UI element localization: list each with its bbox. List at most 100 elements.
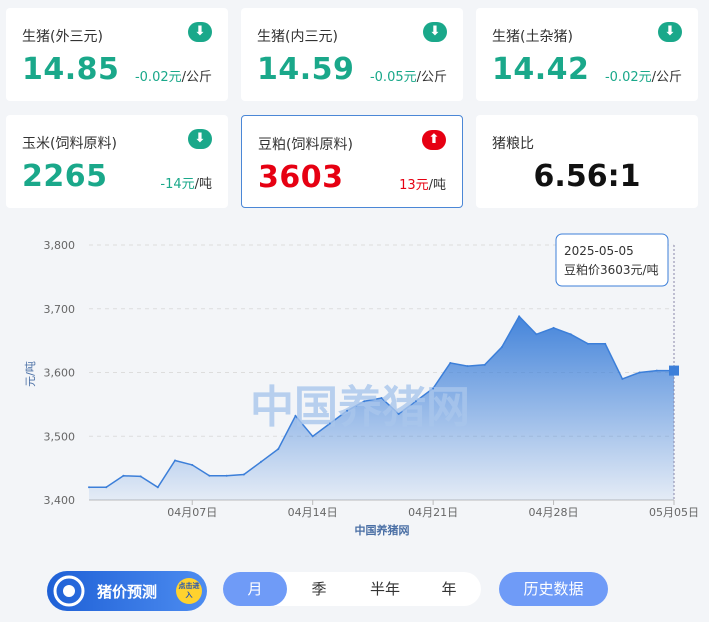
pig-logo-icon [53, 575, 85, 607]
data-point [328, 422, 331, 425]
card-name: 玉米(饲料原料) [22, 136, 117, 152]
x-axis-label: 中国养猪网 [355, 523, 410, 537]
tab-half-year[interactable]: 半年 [353, 572, 417, 606]
x-tick-label: 04月28日 [529, 506, 579, 519]
change-amount: 13元 [399, 178, 429, 193]
data-point [242, 473, 245, 476]
down-arrow-icon: ⬇ [658, 22, 682, 42]
tab-quarter[interactable]: 季 [287, 572, 351, 606]
x-tick-label: 04月07日 [167, 506, 217, 519]
card-value: 14.59 [257, 52, 355, 87]
y-axis-label: 元/吨 [24, 361, 37, 387]
change-unit: /吨 [428, 178, 446, 193]
x-tick-label: 05月05日 [649, 506, 699, 519]
price-forecast-banner[interactable]: 猪价预测 点击进入 [47, 571, 207, 611]
up-arrow-icon: ⬆ [422, 130, 446, 150]
down-arrow-icon: ⬇ [423, 22, 447, 42]
ratio-value: 6.56:1 [533, 159, 641, 194]
y-axis: 3,400 3,500 3,600 3,700 3,800 [44, 239, 76, 507]
data-point [122, 474, 125, 477]
data-point [483, 363, 486, 366]
data-point [311, 435, 314, 438]
change-unit: /公斤 [416, 70, 447, 85]
card-change: -0.02元/公斤 [605, 66, 682, 85]
data-point [156, 486, 159, 489]
data-point [277, 448, 280, 450]
promo-text: 猪价预测 [97, 583, 158, 601]
tab-month[interactable]: 月 [223, 572, 287, 606]
tab-year[interactable]: 年 [417, 572, 481, 606]
data-point [294, 414, 297, 417]
card-value: 14.85 [22, 52, 120, 87]
price-card-pig-local[interactable]: 生猪(土杂猪) ⬇ 14.42 -0.02元/公斤 [476, 8, 698, 101]
card-change: 13元/吨 [399, 174, 446, 193]
card-name: 生猪(外三元) [22, 29, 103, 45]
card-name: 豆粕(饲料原料) [258, 137, 353, 153]
data-point [604, 342, 607, 345]
data-point [191, 463, 194, 466]
price-card-ratio[interactable]: 猪粮比 6.56:1 [476, 115, 698, 208]
data-point [569, 333, 572, 336]
data-point [655, 369, 658, 372]
y-tick-label: 3,700 [44, 303, 76, 316]
card-change: -14元/吨 [160, 173, 212, 192]
history-data-button[interactable]: 历史数据 [499, 572, 608, 606]
data-point [552, 326, 555, 329]
period-selector: 月 季 半年 年 [223, 572, 481, 606]
data-point [260, 460, 263, 463]
data-point [500, 346, 503, 348]
x-tick-label: 04月21日 [408, 506, 458, 519]
data-point [88, 486, 90, 489]
data-point [466, 365, 469, 368]
card-change: -0.02元/公斤 [135, 66, 212, 85]
y-tick-label: 3,800 [44, 239, 76, 252]
x-tick-label: 04月14日 [288, 506, 338, 519]
data-point [586, 342, 589, 345]
data-point [414, 400, 417, 403]
card-name: 生猪(内三元) [257, 29, 338, 45]
price-card-soymeal[interactable]: 豆粕(饲料原料) ⬆ 3603 13元/吨 [241, 115, 463, 208]
change-amount: -0.02元 [604, 70, 652, 85]
data-point [363, 400, 366, 403]
card-value: 14.42 [492, 52, 590, 87]
card-value: 2265 [22, 159, 108, 194]
enter-tag: 点击进入 [176, 578, 202, 604]
data-point [535, 333, 538, 336]
tooltip-date: 2025-05-05 [564, 244, 634, 258]
price-card-corn[interactable]: 玉米(饲料原料) ⬇ 2265 -14元/吨 [6, 115, 228, 208]
x-axis: 04月07日 04月14日 04月21日 04月28日 05月05日 [167, 500, 699, 519]
data-point [518, 315, 521, 318]
data-point [139, 475, 142, 478]
data-point [225, 474, 228, 477]
data-point [346, 409, 349, 412]
price-card-pig-inner[interactable]: 生猪(内三元) ⬇ 14.59 -0.05元/公斤 [241, 8, 463, 101]
tooltip-value: 豆粕价3603元/吨 [564, 262, 659, 277]
down-arrow-icon: ⬇ [188, 22, 212, 42]
change-unit: /公斤 [181, 70, 212, 85]
change-unit: /吨 [194, 177, 212, 192]
y-tick-label: 3,500 [44, 430, 76, 443]
change-amount: -0.02元 [134, 70, 182, 85]
data-point [638, 371, 641, 374]
change-unit: /公斤 [651, 70, 682, 85]
data-point [397, 412, 400, 415]
watermark-text: 中国养猪网 [250, 382, 470, 433]
card-change: -0.05元/公斤 [370, 66, 447, 85]
data-point [449, 361, 452, 364]
change-amount: -0.05元 [369, 70, 417, 85]
data-point [105, 486, 108, 489]
selected-point-marker[interactable] [669, 365, 679, 376]
card-name: 猪粮比 [492, 136, 534, 152]
price-card-pig-outer[interactable]: 生猪(外三元) ⬇ 14.85 -0.02元/公斤 [6, 8, 228, 101]
y-tick-label: 3,400 [44, 494, 76, 507]
data-point [380, 397, 383, 399]
card-name: 生猪(土杂猪) [492, 29, 573, 45]
tooltip: 2025-05-05 豆粕价3603元/吨 [555, 233, 669, 287]
change-amount: -14元 [160, 177, 195, 192]
y-tick-label: 3,600 [44, 367, 76, 380]
data-point [621, 377, 624, 380]
down-arrow-icon: ⬇ [188, 129, 212, 149]
card-value: 3603 [258, 160, 344, 195]
data-point [208, 474, 211, 477]
price-chart[interactable]: 3,4003,5003,6003,7003,800 中国养猪网 04月07日 04… [0, 222, 709, 552]
